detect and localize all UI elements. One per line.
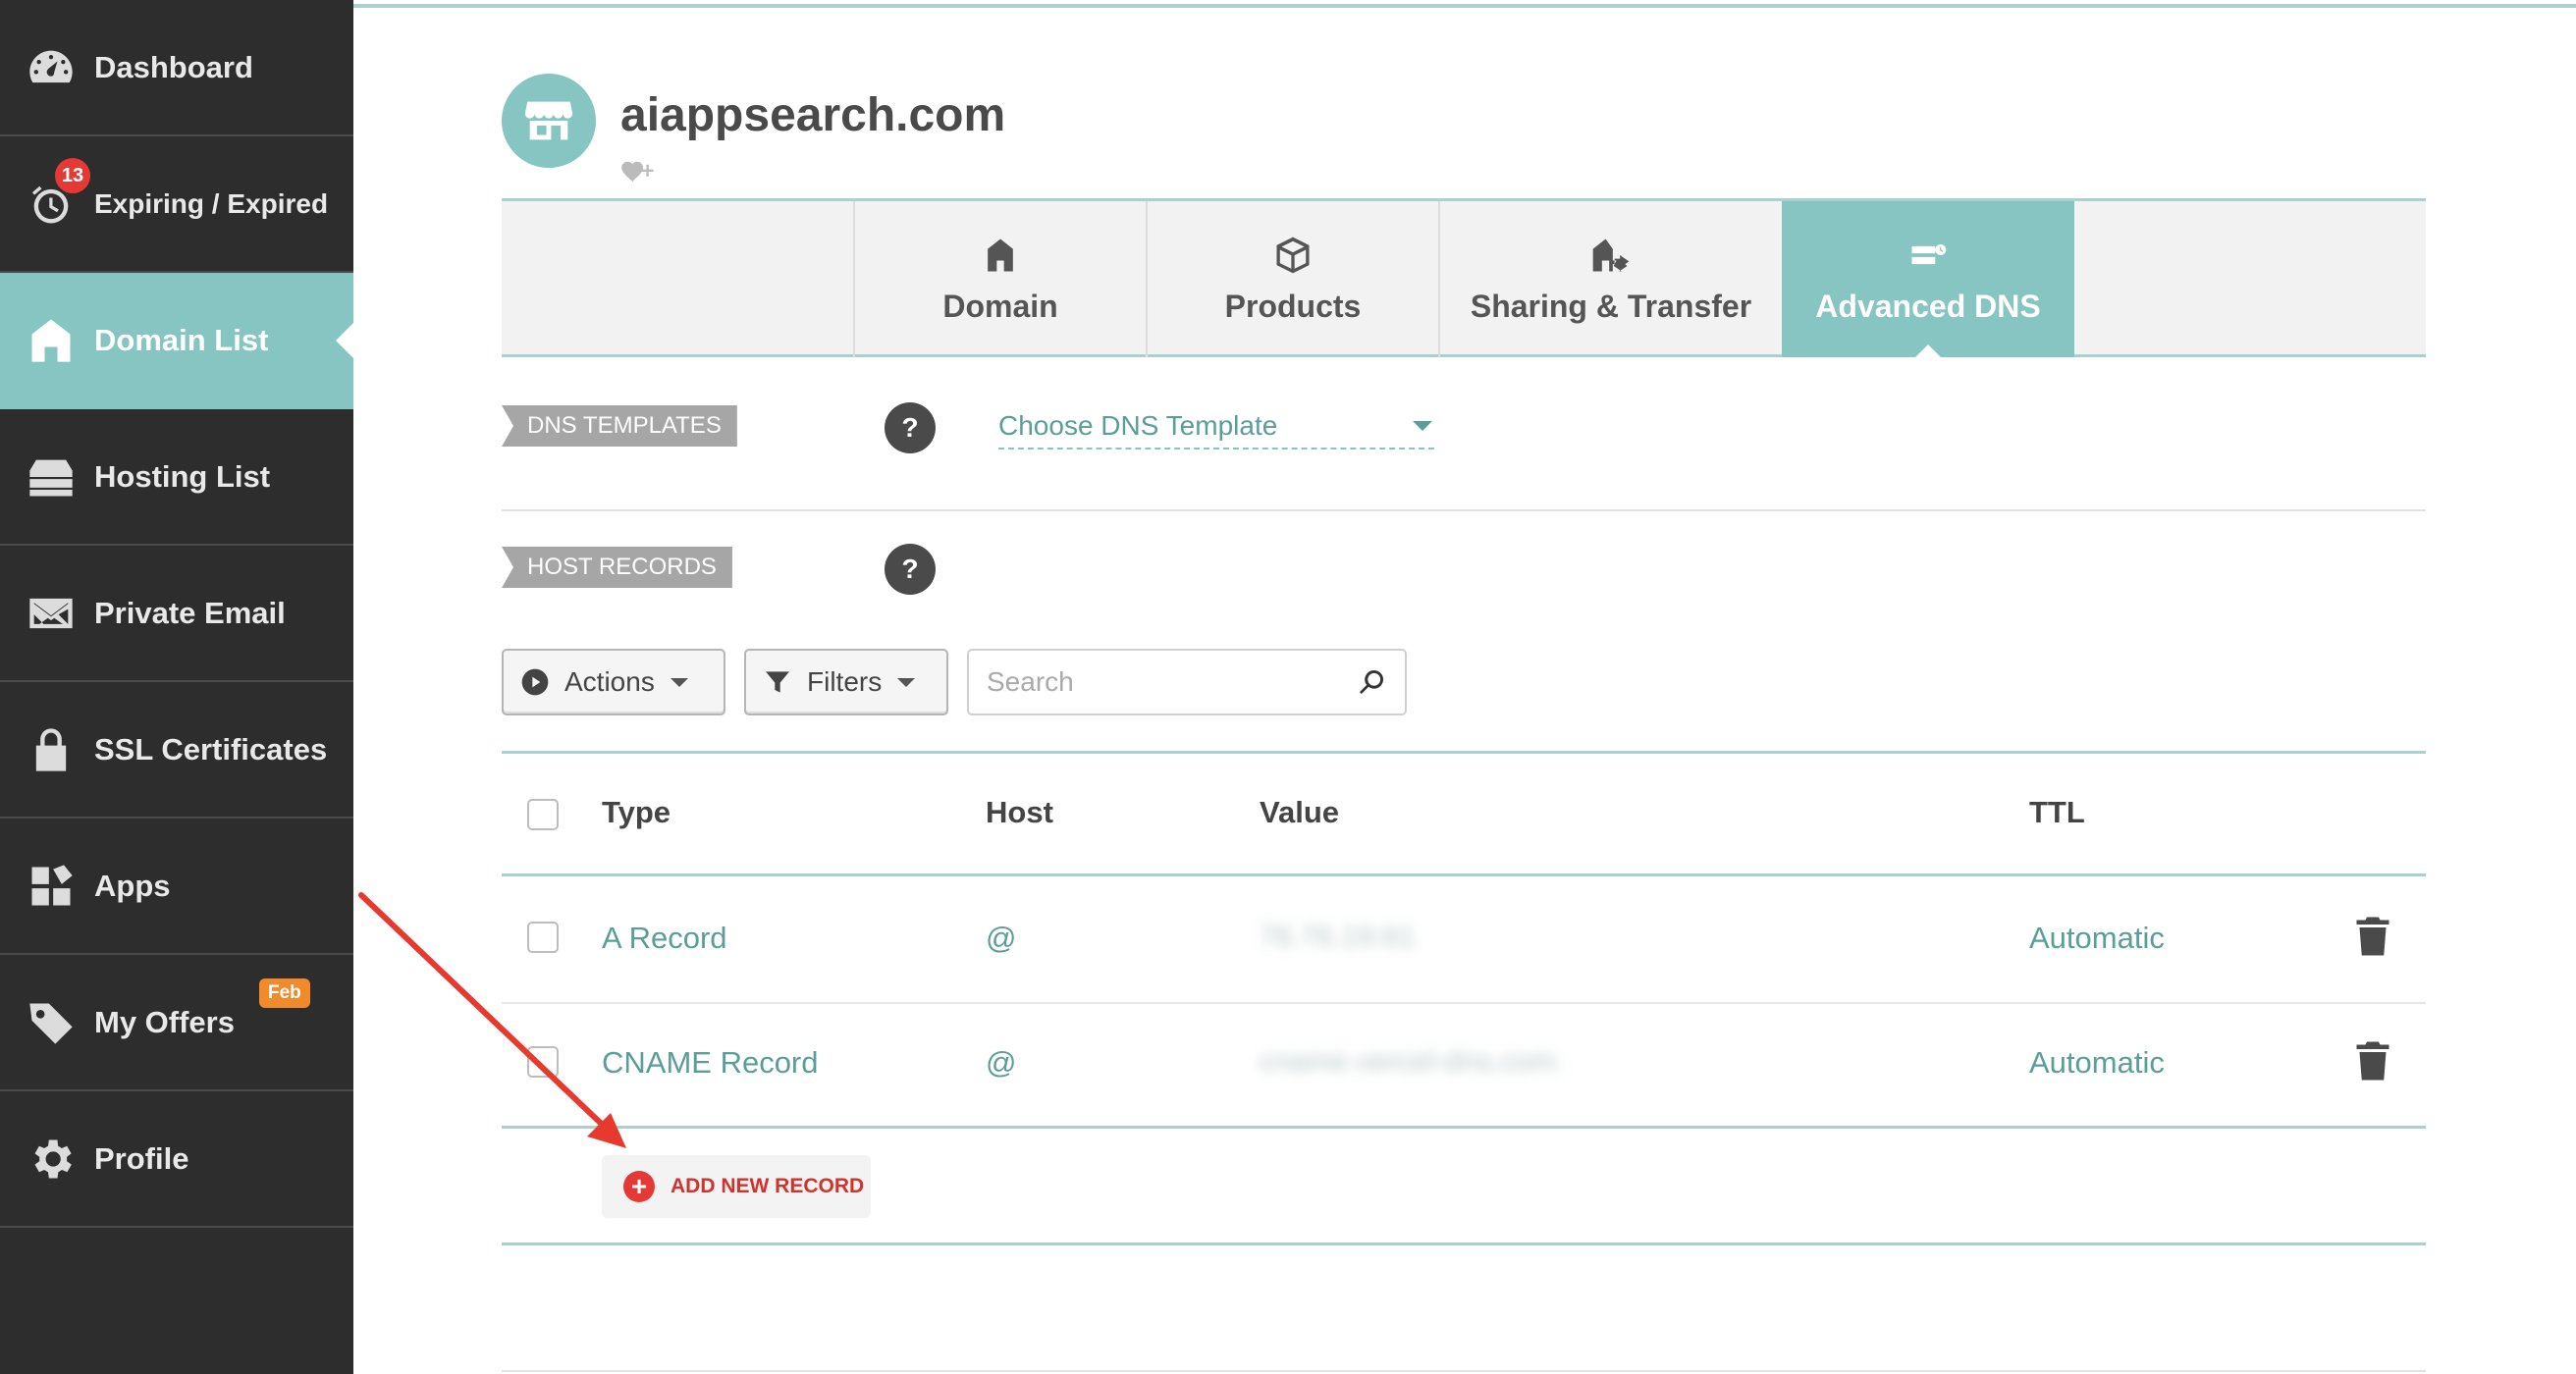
- tab-domain[interactable]: Domain: [853, 201, 1146, 357]
- tab-label: Sharing & Transfer: [1470, 289, 1752, 324]
- section-divider: [502, 509, 2426, 511]
- lock-icon: [26, 724, 77, 775]
- apps-icon: [26, 861, 77, 912]
- search-input[interactable]: Search: [967, 649, 1407, 715]
- sidebar-item-label: Private Email: [94, 595, 286, 630]
- tab-label: Domain: [942, 289, 1058, 324]
- record-host: @: [986, 921, 1017, 955]
- sidebar-item-label: SSL Certificates: [94, 731, 328, 766]
- row-divider: [502, 1002, 2426, 1004]
- host-records-tag: HOST RECORDS: [502, 547, 732, 588]
- sidebar-item-hosting-list[interactable]: Hosting List: [0, 409, 353, 546]
- search-placeholder: Search: [987, 666, 1074, 697]
- page-bottom-divider: [502, 1370, 2426, 1372]
- sidebar-item-label: Dashboard: [94, 49, 253, 84]
- dns-templates-help-button[interactable]: ?: [885, 402, 936, 453]
- tab-advanced-dns[interactable]: Advanced DNS: [1782, 201, 2074, 357]
- dns-icon: [1911, 244, 1947, 265]
- play-circle-icon: [521, 668, 549, 696]
- actions-label: Actions: [564, 666, 655, 697]
- column-header-type: Type: [602, 795, 671, 829]
- dns-templates-tag: DNS TEMPLATES: [502, 405, 737, 447]
- tab-products[interactable]: Products: [1146, 201, 1438, 357]
- tab-label: Advanced DNS: [1815, 289, 2041, 324]
- offers-badge: Feb: [259, 978, 310, 1008]
- tab-sharing-transfer[interactable]: Sharing & Transfer: [1438, 201, 1782, 357]
- tab-label: Products: [1224, 289, 1362, 324]
- table-bottom-border: [502, 1242, 2426, 1245]
- filters-label: Filters: [807, 666, 883, 697]
- domain-name-title: aiappsearch.com: [620, 89, 1006, 141]
- column-header-value: Value: [1260, 795, 1339, 829]
- sidebar-item-label: Hosting List: [94, 458, 271, 494]
- sidebar-item-expiring[interactable]: 13 Expiring / Expired: [0, 136, 353, 273]
- host-records-help-button[interactable]: ?: [885, 544, 936, 595]
- filters-button[interactable]: Filters: [744, 649, 948, 715]
- record-host: @: [986, 1045, 1017, 1080]
- record-ttl: Automatic: [2029, 1045, 2165, 1080]
- record-value[interactable]: 76.76.19.61: [1260, 921, 1415, 954]
- sidebar-item-label: My Offers: [94, 1004, 235, 1039]
- sidebar-item-my-offers[interactable]: My Offers Feb: [0, 955, 353, 1091]
- top-accent-line: [353, 4, 2576, 8]
- chevron-down-icon: [670, 677, 688, 687]
- sidebar-item-ssl-certificates[interactable]: SSL Certificates: [0, 682, 353, 819]
- sidebar: Dashboard 13 Expiring / Expired Domain L…: [0, 0, 353, 1374]
- chevron-down-icon: [1413, 421, 1432, 431]
- dns-template-select[interactable]: Choose DNS Template: [998, 404, 1434, 449]
- sidebar-item-dashboard[interactable]: Dashboard: [0, 0, 353, 136]
- table-top-border: [502, 751, 2426, 754]
- filter-icon: [766, 671, 789, 693]
- record-ttl: Automatic: [2029, 921, 2165, 955]
- record-value[interactable]: cname.vercel-dns.com.: [1260, 1045, 1564, 1079]
- delete-record-icon[interactable]: [2355, 915, 2390, 958]
- home-icon: [988, 238, 1013, 272]
- add-favorite-icon[interactable]: [620, 157, 656, 186]
- sidebar-item-label: Expiring / Expired: [94, 187, 329, 219]
- envelope-icon: [26, 588, 77, 639]
- gear-icon: [26, 1134, 77, 1185]
- tag-icon: [26, 997, 77, 1048]
- sidebar-item-domain-list[interactable]: Domain List: [0, 273, 353, 409]
- delete-record-icon[interactable]: [2355, 1039, 2390, 1083]
- table-header-border: [502, 873, 2426, 876]
- actions-button[interactable]: Actions: [502, 649, 725, 715]
- select-all-checkbox[interactable]: [527, 799, 559, 830]
- sidebar-item-label: Domain List: [94, 322, 269, 357]
- home-icon: [26, 315, 77, 366]
- sidebar-item-profile[interactable]: Profile: [0, 1091, 353, 1228]
- table-rows-bottom-border: [502, 1126, 2426, 1129]
- annotation-arrow-icon: [358, 892, 626, 1148]
- expiring-count-badge: 13: [53, 156, 92, 195]
- sidebar-item-apps[interactable]: Apps: [0, 819, 353, 955]
- sidebar-item-label: Profile: [94, 1140, 189, 1176]
- column-header-host: Host: [986, 795, 1053, 829]
- box-icon: [1276, 237, 1310, 274]
- plus-circle-icon: +: [623, 1171, 655, 1202]
- domain-tabs: Domain Products Sharing & Transfer Advan…: [502, 198, 2426, 357]
- sidebar-item-private-email[interactable]: Private Email: [0, 546, 353, 682]
- column-header-ttl: TTL: [2029, 795, 2085, 829]
- sidebar-item-label: Apps: [94, 868, 171, 903]
- add-new-record-label: ADD NEW RECORD: [671, 1175, 865, 1197]
- chevron-down-icon: [897, 677, 916, 687]
- add-new-record-button[interactable]: + ADD NEW RECORD: [602, 1155, 871, 1218]
- dns-template-select-value: Choose DNS Template: [998, 410, 1278, 441]
- search-icon[interactable]: [1356, 666, 1387, 698]
- domain-store-icon: [502, 74, 596, 168]
- server-icon: [26, 451, 77, 502]
- dashboard-icon: [26, 42, 77, 93]
- share-home-icon: [1592, 238, 1630, 272]
